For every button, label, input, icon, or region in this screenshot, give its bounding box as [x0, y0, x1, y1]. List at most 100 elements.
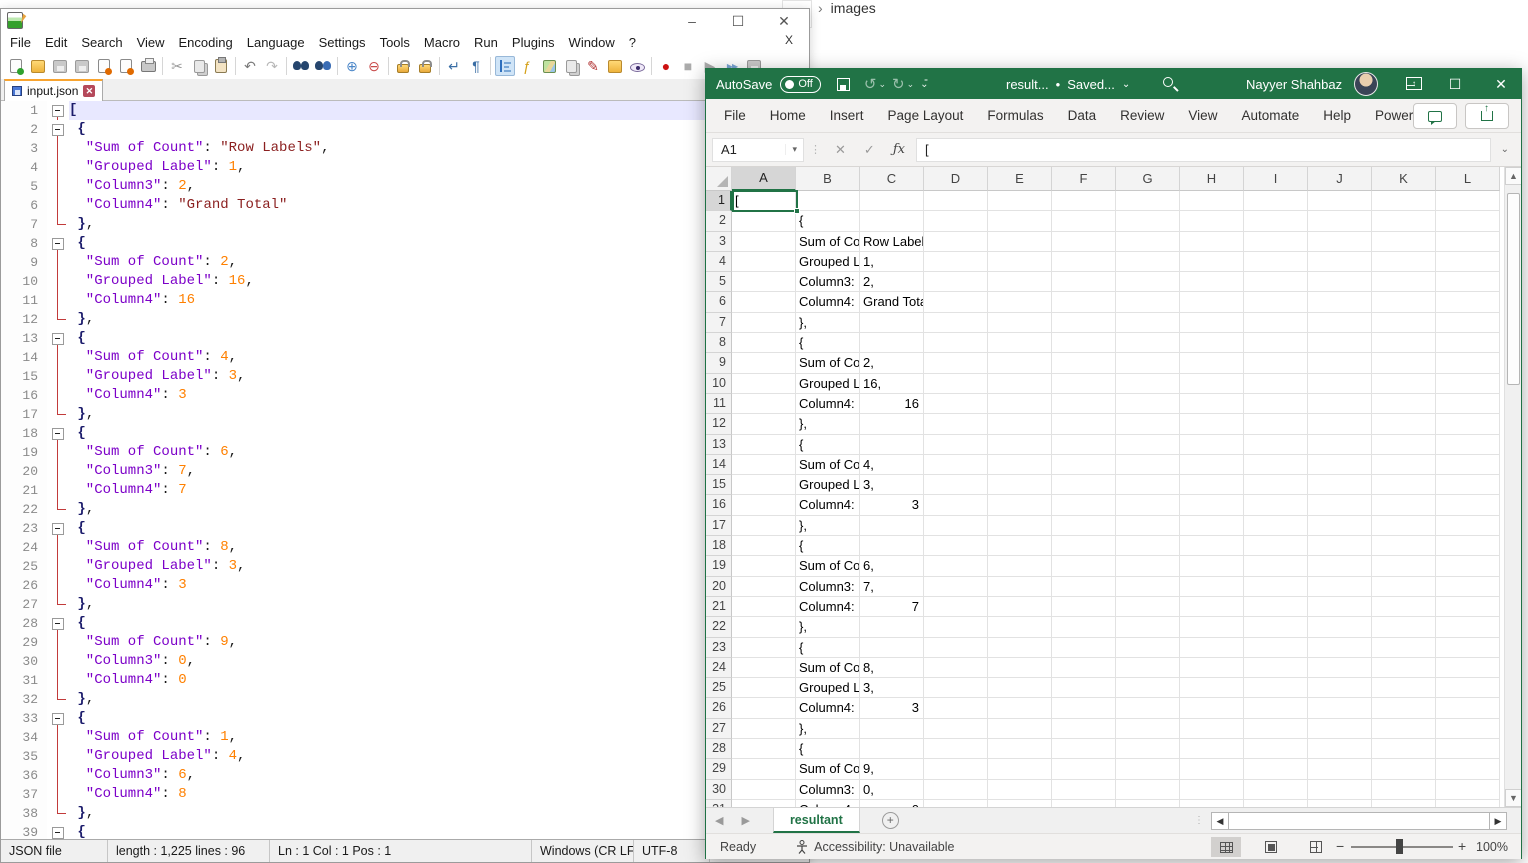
cell-L18[interactable] — [1436, 536, 1500, 556]
cell-L27[interactable] — [1436, 719, 1500, 739]
fold-marker[interactable] — [47, 481, 69, 500]
cell-C8[interactable] — [860, 333, 924, 353]
fold-marker[interactable] — [47, 405, 69, 424]
code-editor[interactable]: 1[2 {3 "Sum of Count": "Row Labels",4 "G… — [1, 101, 809, 841]
cell-E20[interactable] — [988, 577, 1052, 597]
vertical-scroll-thumb[interactable] — [1507, 193, 1520, 385]
cell-D26[interactable] — [924, 698, 988, 718]
cell-F23[interactable] — [1052, 638, 1116, 658]
fold-marker[interactable] — [47, 443, 69, 462]
ribbon-tab-automate[interactable]: Automate — [1229, 108, 1311, 123]
cell-C10[interactable]: 16, — [860, 374, 924, 394]
cell-J11[interactable] — [1308, 394, 1372, 414]
cell-A18[interactable] — [732, 536, 796, 556]
cell-C2[interactable] — [860, 211, 924, 231]
cell-D31[interactable] — [924, 800, 988, 807]
cell-H10[interactable] — [1180, 374, 1244, 394]
cell-B27[interactable]: }, — [796, 719, 860, 739]
cell-F6[interactable] — [1052, 292, 1116, 312]
cell-H1[interactable] — [1180, 191, 1244, 211]
cell-B25[interactable]: Grouped Label: — [796, 678, 860, 698]
fold-marker[interactable] — [47, 671, 69, 690]
cell-A19[interactable] — [732, 556, 796, 576]
cell-K28[interactable] — [1372, 739, 1436, 759]
ribbon-tab-home[interactable]: Home — [758, 108, 818, 123]
cell-A8[interactable] — [732, 333, 796, 353]
cell-J20[interactable] — [1308, 577, 1372, 597]
code-line[interactable]: 3 "Sum of Count": "Row Labels", — [1, 139, 809, 158]
ribbon-tab-formulas[interactable]: Formulas — [975, 108, 1055, 123]
code-line[interactable]: 6 "Column4": "Grand Total" — [1, 196, 809, 215]
horizontal-scrollbar[interactable]: ◀ ▶ — [1211, 812, 1507, 830]
cell-H15[interactable] — [1180, 475, 1244, 495]
column-header-D[interactable]: D — [924, 167, 988, 191]
cell-B18[interactable]: { — [796, 536, 860, 556]
cell-F13[interactable] — [1052, 435, 1116, 455]
cell-F31[interactable] — [1052, 800, 1116, 807]
cell-H5[interactable] — [1180, 272, 1244, 292]
code-line[interactable]: 29 "Sum of Count": 9, — [1, 633, 809, 652]
fold-marker[interactable] — [47, 633, 69, 652]
function-list-icon[interactable]: ƒ — [517, 56, 537, 76]
cell-H29[interactable] — [1180, 759, 1244, 779]
cell-K13[interactable] — [1372, 435, 1436, 455]
row-header-13[interactable]: 13 — [706, 435, 732, 455]
cell-B11[interactable]: Column4: — [796, 394, 860, 414]
cell-K31[interactable] — [1372, 800, 1436, 807]
menu-tools[interactable]: Tools — [373, 33, 417, 53]
code-line[interactable]: 7 }, — [1, 215, 809, 234]
row-header-25[interactable]: 25 — [706, 678, 732, 698]
cell-J4[interactable] — [1308, 252, 1372, 272]
cell-C25[interactable]: 3, — [860, 678, 924, 698]
cell-A2[interactable] — [732, 211, 796, 231]
row-header-26[interactable]: 26 — [706, 698, 732, 718]
cell-H12[interactable] — [1180, 414, 1244, 434]
cell-H30[interactable] — [1180, 780, 1244, 800]
new-file-icon[interactable] — [6, 56, 26, 76]
fold-marker[interactable] — [47, 291, 69, 310]
cell-G12[interactable] — [1116, 414, 1180, 434]
cell-L4[interactable] — [1436, 252, 1500, 272]
cell-L28[interactable] — [1436, 739, 1500, 759]
code-line[interactable]: 31 "Column4": 0 — [1, 671, 809, 690]
fold-marker[interactable] — [47, 576, 69, 595]
undo-icon[interactable]: ↶ — [240, 56, 260, 76]
cell-J6[interactable] — [1308, 292, 1372, 312]
cell-I31[interactable] — [1244, 800, 1308, 807]
cell-A26[interactable] — [732, 698, 796, 718]
cell-F24[interactable] — [1052, 658, 1116, 678]
cell-A23[interactable] — [732, 638, 796, 658]
cell-B30[interactable]: Column3: — [796, 780, 860, 800]
cell-I16[interactable] — [1244, 495, 1308, 515]
cell-G10[interactable] — [1116, 374, 1180, 394]
folder-workspace-icon[interactable] — [605, 56, 625, 76]
cell-A31[interactable] — [732, 800, 796, 807]
cell-K2[interactable] — [1372, 211, 1436, 231]
cell-B5[interactable]: Column3: — [796, 272, 860, 292]
row-header-1[interactable]: 1 — [706, 191, 732, 211]
cell-C27[interactable] — [860, 719, 924, 739]
cell-D30[interactable] — [924, 780, 988, 800]
cell-L15[interactable] — [1436, 475, 1500, 495]
cell-J31[interactable] — [1308, 800, 1372, 807]
cell-H8[interactable] — [1180, 333, 1244, 353]
code-line[interactable]: 18 { — [1, 424, 809, 443]
cell-I1[interactable] — [1244, 191, 1308, 211]
cell-A6[interactable] — [732, 292, 796, 312]
column-header-L[interactable]: L — [1436, 167, 1500, 191]
cell-H3[interactable] — [1180, 232, 1244, 252]
minimize-button[interactable]: – — [677, 11, 707, 31]
cell-A24[interactable] — [732, 658, 796, 678]
cell-A30[interactable] — [732, 780, 796, 800]
cell-G6[interactable] — [1116, 292, 1180, 312]
undo-chevron-icon[interactable]: ⌄ — [878, 79, 886, 90]
fold-marker[interactable] — [47, 272, 69, 291]
fold-marker[interactable] — [47, 329, 69, 348]
cell-H11[interactable] — [1180, 394, 1244, 414]
fold-marker[interactable] — [47, 101, 69, 120]
cell-J30[interactable] — [1308, 780, 1372, 800]
cell-K22[interactable] — [1372, 617, 1436, 637]
cell-I12[interactable] — [1244, 414, 1308, 434]
cell-D16[interactable] — [924, 495, 988, 515]
cell-E17[interactable] — [988, 516, 1052, 536]
